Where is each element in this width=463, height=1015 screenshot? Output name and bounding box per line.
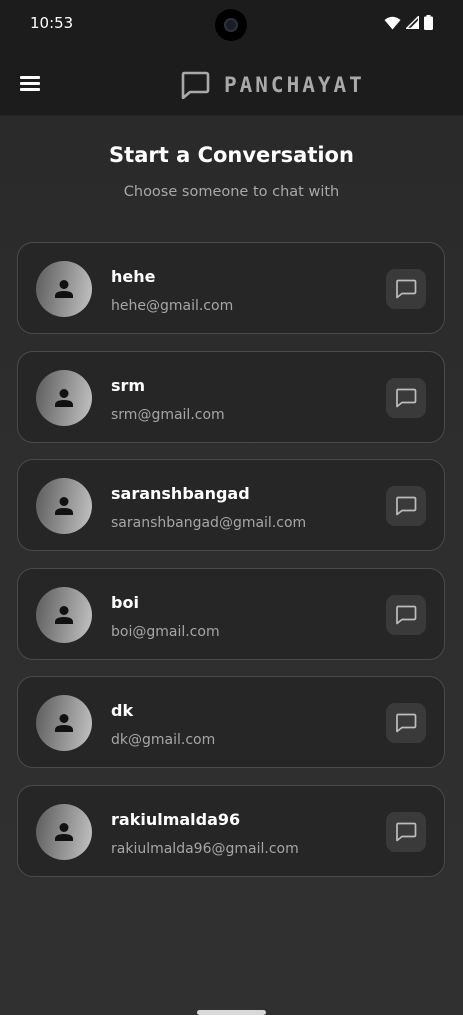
start-chat-button[interactable]: [386, 269, 426, 309]
contact-name: srm: [111, 375, 146, 395]
wifi-icon: [384, 16, 401, 29]
contact-card[interactable]: dk dk@gmail.com: [17, 676, 445, 769]
contact-name: rakiulmalda96: [111, 809, 241, 829]
app-bar: PANCHAYAT: [0, 50, 463, 116]
home-indicator[interactable]: [197, 1010, 266, 1015]
person-icon: [55, 497, 73, 516]
contact-name: saranshbangad: [111, 484, 250, 504]
message-icon: [396, 605, 417, 625]
start-chat-button[interactable]: [386, 486, 426, 527]
status-icons: [384, 15, 433, 30]
contact-email: hehe@gmail.com: [111, 298, 234, 314]
person-icon: [55, 280, 73, 298]
start-chat-button[interactable]: [386, 377, 426, 418]
app-title: PANCHAYAT: [224, 73, 365, 97]
person-icon: [55, 714, 73, 733]
message-icon: [396, 714, 417, 733]
message-icon: [396, 279, 417, 299]
message-icon: [396, 496, 417, 516]
chat-bubble-icon: [181, 71, 210, 99]
avatar: [36, 261, 92, 317]
person-icon: [55, 822, 73, 841]
contact-email: srm@gmail.com: [111, 406, 225, 423]
avatar: [36, 478, 92, 535]
contact-card[interactable]: hehe hehe@gmail.com: [17, 242, 445, 334]
contact-name: hehe: [111, 267, 156, 286]
app-screen: 10:53 PANCHAYAT Start a Conversation Cho…: [0, 0, 463, 1015]
person-icon: [55, 388, 73, 407]
battery-icon: [424, 15, 433, 30]
avatar: [36, 369, 92, 426]
status-bar: 10:53: [0, 0, 463, 50]
contact-name: boi: [111, 592, 139, 612]
page-title: Start a Conversation: [109, 143, 354, 167]
page-subtitle: Choose someone to chat with: [123, 184, 340, 200]
contact-email: rakiulmalda96@gmail.com: [111, 840, 299, 857]
app-logo: PANCHAYAT: [180, 71, 365, 99]
person-icon: [55, 605, 73, 624]
start-chat-button[interactable]: [386, 703, 426, 744]
contact-card[interactable]: rakiulmalda96 rakiulmalda96@gmail.com: [17, 784, 445, 877]
avatar: [36, 586, 92, 643]
message-icon: [396, 822, 417, 842]
message-icon: [396, 388, 417, 407]
start-chat-button[interactable]: [386, 594, 426, 635]
contact-email: boi@gmail.com: [111, 623, 220, 640]
contact-card[interactable]: srm srm@gmail.com: [17, 350, 445, 443]
start-chat-button[interactable]: [386, 811, 426, 852]
contact-card[interactable]: saranshbangad saranshbangad@gmail.com: [17, 459, 445, 552]
menu-button[interactable]: [18, 74, 42, 92]
contact-email: dk@gmail.com: [111, 732, 216, 749]
hamburger-menu-icon: [20, 76, 40, 79]
status-time: 10:53: [30, 14, 74, 32]
avatar: [36, 695, 92, 752]
hamburger-menu-icon-line: [20, 88, 40, 91]
hamburger-menu-icon-line: [20, 82, 40, 85]
contact-list: hehe hehe@gmail.com srm srm@gmail.com sa…: [17, 242, 445, 894]
contact-card[interactable]: boi boi@gmail.com: [17, 567, 445, 660]
avatar: [36, 803, 92, 860]
cellular-signal-icon: [406, 16, 419, 29]
contact-name: dk: [111, 701, 134, 721]
contact-email: saranshbangad@gmail.com: [111, 515, 307, 532]
camera-cutout: [215, 9, 247, 41]
